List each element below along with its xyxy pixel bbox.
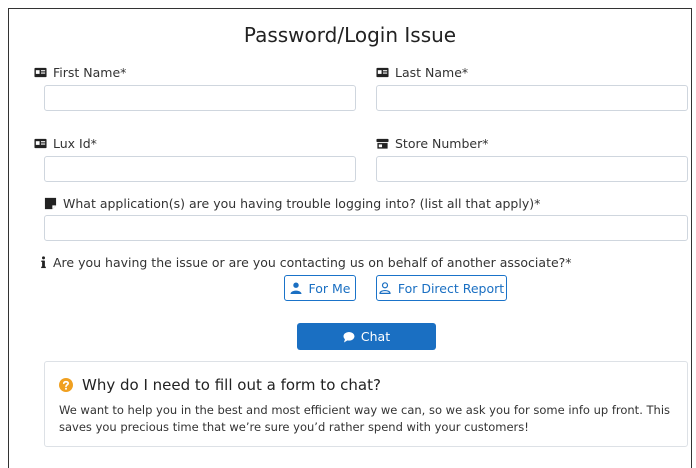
- last-name-label-text: Last Name*: [395, 65, 469, 80]
- for-me-label: For Me: [308, 280, 351, 296]
- lux-id-label: Lux Id*: [34, 136, 97, 151]
- behalf-question: Are you having the issue or are you cont…: [40, 255, 572, 270]
- question-circle-icon: [59, 378, 73, 392]
- applications-label-text: What application(s) are you having troub…: [63, 196, 541, 211]
- first-name-label-text: First Name*: [53, 65, 127, 80]
- id-card-icon: [34, 66, 47, 79]
- chat-bubble-icon: [343, 331, 355, 342]
- id-card-icon: [34, 137, 47, 150]
- applications-input[interactable]: [44, 215, 688, 241]
- form-panel: Password/Login Issue First Name* Last Na…: [8, 8, 692, 468]
- applications-label: What application(s) are you having troub…: [44, 196, 540, 211]
- page-title: Password/Login Issue: [243, 23, 457, 47]
- for-direct-report-button[interactable]: For Direct Report: [376, 275, 507, 301]
- id-card-icon: [376, 66, 389, 79]
- chat-label: Chat: [360, 329, 391, 344]
- for-me-button[interactable]: For Me: [284, 275, 356, 301]
- last-name-input[interactable]: [376, 85, 688, 111]
- info-box: Why do I need to fill out a form to chat…: [44, 361, 688, 447]
- store-number-label-text: Store Number*: [395, 136, 489, 151]
- first-name-input[interactable]: [44, 85, 356, 111]
- user-icon: [290, 282, 301, 294]
- info-heading-text: Why do I need to fill out a form to chat…: [82, 376, 381, 394]
- first-name-label: First Name*: [34, 65, 126, 80]
- store-number-label: Store Number*: [376, 136, 488, 151]
- for-direct-report-label: For Direct Report: [397, 280, 505, 296]
- user-outline-icon: [379, 282, 391, 294]
- note-icon: [44, 197, 57, 210]
- store-number-input[interactable]: [376, 156, 688, 182]
- last-name-label: Last Name*: [376, 65, 468, 80]
- lux-id-input[interactable]: [44, 156, 356, 182]
- store-icon: [376, 137, 389, 150]
- info-body: We want to help you in the best and most…: [59, 403, 670, 434]
- info-icon: [40, 256, 47, 269]
- lux-id-label-text: Lux Id*: [53, 136, 97, 151]
- behalf-question-text: Are you having the issue or are you cont…: [53, 255, 572, 270]
- chat-button[interactable]: Chat: [297, 323, 436, 350]
- info-heading: Why do I need to fill out a form to chat…: [59, 376, 381, 394]
